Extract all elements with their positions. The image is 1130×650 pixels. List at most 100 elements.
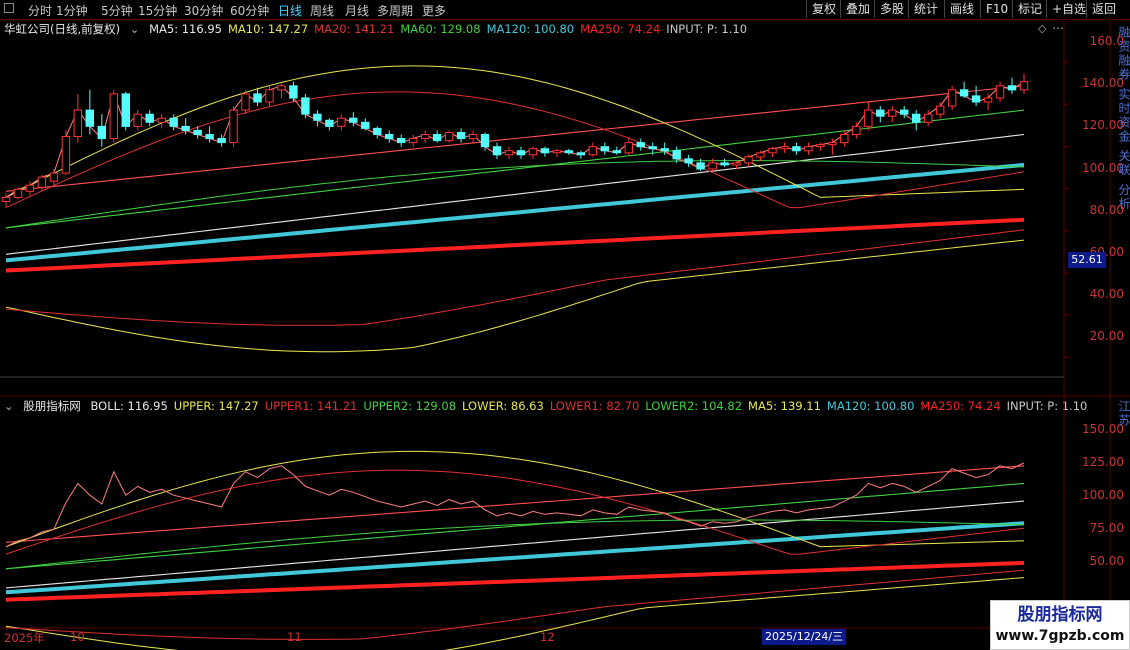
candle-body <box>780 146 789 150</box>
candle-body <box>1007 85 1017 91</box>
candle-body <box>421 134 430 140</box>
toolbar-button-8[interactable]: 返回 <box>1086 0 1121 18</box>
candle-body <box>409 138 418 144</box>
candle-body <box>900 109 909 115</box>
candle-body <box>696 162 705 170</box>
tab-9[interactable]: 多周期 <box>377 2 413 19</box>
tab-7[interactable]: 周线 <box>310 2 334 19</box>
date-label: 12 <box>540 630 555 644</box>
toolbar-button-0[interactable]: 复权 <box>806 0 841 18</box>
candle-body <box>85 109 94 127</box>
candle-body <box>492 146 502 156</box>
chart-canvas[interactable] <box>0 19 1130 650</box>
tab-3[interactable]: 15分钟 <box>138 2 177 19</box>
candle-body <box>432 134 442 142</box>
candle-body <box>959 89 969 97</box>
tab-5[interactable]: 60分钟 <box>230 2 269 19</box>
candle-body <box>516 150 526 156</box>
menu-icon[interactable] <box>4 3 14 13</box>
tab-1[interactable]: 1分钟 <box>56 2 88 19</box>
candle-body <box>109 93 118 140</box>
candle-body <box>301 97 310 115</box>
tab-0[interactable]: 分时 <box>28 2 52 19</box>
toolbar-button-1[interactable]: 叠加 <box>840 0 875 18</box>
candle-body <box>133 113 142 127</box>
candle-body <box>181 125 190 132</box>
candle-body <box>792 146 801 152</box>
candle-body <box>37 176 47 188</box>
candle-body <box>13 188 23 198</box>
tab-8[interactable]: 月线 <box>345 2 369 19</box>
candle-body <box>612 150 621 154</box>
candle-body <box>121 93 130 127</box>
candle-body <box>588 146 597 156</box>
toolbar-button-5[interactable]: F10 <box>980 0 1013 18</box>
candle-body <box>193 129 202 136</box>
tab-2[interactable]: 5分钟 <box>101 2 133 19</box>
candle-body <box>229 109 238 144</box>
candle-body <box>205 134 214 140</box>
candle-body <box>624 142 633 154</box>
candle-body <box>971 95 981 103</box>
candle-body <box>337 117 346 127</box>
candle-body <box>1019 81 1029 91</box>
candle-body <box>25 184 35 192</box>
candle-body <box>397 138 406 144</box>
watermark-url: www.7gpzb.com <box>995 628 1125 644</box>
toolbar-button-7[interactable]: +自选 <box>1046 0 1091 18</box>
toolbar-button-6[interactable]: 标记 <box>1012 0 1047 18</box>
candle-body <box>277 85 286 91</box>
tab-10[interactable]: 更多 <box>422 2 446 19</box>
candle-body <box>265 89 274 103</box>
sub-axis-label: 50.00 <box>1089 554 1124 568</box>
candle-body <box>61 136 71 174</box>
candle-body <box>540 148 550 154</box>
price-tag: 52.61 <box>1068 252 1106 268</box>
candle-body <box>385 134 394 140</box>
candle-body <box>756 152 765 158</box>
candle-body <box>552 150 562 154</box>
candle-body <box>828 142 837 146</box>
candle-body <box>912 113 921 123</box>
candle-body <box>253 93 262 103</box>
ma-line <box>5 85 1025 192</box>
candle-body <box>947 89 957 107</box>
candle-body <box>744 156 753 164</box>
tab-4[interactable]: 30分钟 <box>184 2 223 19</box>
watermark: 股朋指标网 www.7gpzb.com <box>990 600 1130 650</box>
toolbar-button-2[interactable]: 多股 <box>874 0 909 18</box>
ma-line-sub <box>5 465 1025 543</box>
candle-body <box>876 109 885 117</box>
side-tabs[interactable]: 融资融券 实时资金 关联 分析 <box>1116 26 1130 391</box>
sub-axis-label: 75.00 <box>1089 521 1124 535</box>
candle-body <box>241 93 250 111</box>
candle-body <box>217 138 226 144</box>
candle-body <box>888 109 897 117</box>
candle-body <box>145 113 154 123</box>
candle-body <box>924 113 933 123</box>
candle-body <box>768 148 777 154</box>
candle-body <box>816 144 825 148</box>
candle-body <box>576 152 586 156</box>
candle-body <box>444 132 454 142</box>
candle-body <box>804 146 813 152</box>
candle-body <box>289 85 298 99</box>
toolbar-button-4[interactable]: 画线 <box>944 0 979 18</box>
candle-body <box>564 150 574 154</box>
candle-body <box>1 196 11 202</box>
candle-body <box>672 150 681 160</box>
band-line <box>5 239 1025 353</box>
candle-body <box>480 134 490 148</box>
candle-body <box>373 127 382 136</box>
band-line-sub <box>5 469 1025 555</box>
side-tabs-sub[interactable]: 江苏 <box>1116 400 1130 440</box>
candle-body <box>325 119 334 127</box>
candle-body <box>660 148 669 152</box>
candle-body <box>73 109 82 137</box>
candle-body <box>157 117 166 123</box>
candle-body <box>313 113 322 121</box>
tab-6[interactable]: 日线 <box>278 2 302 19</box>
toolbar-button-3[interactable]: 统计 <box>908 0 943 18</box>
candle-body <box>732 162 741 166</box>
candle-body <box>528 148 538 156</box>
